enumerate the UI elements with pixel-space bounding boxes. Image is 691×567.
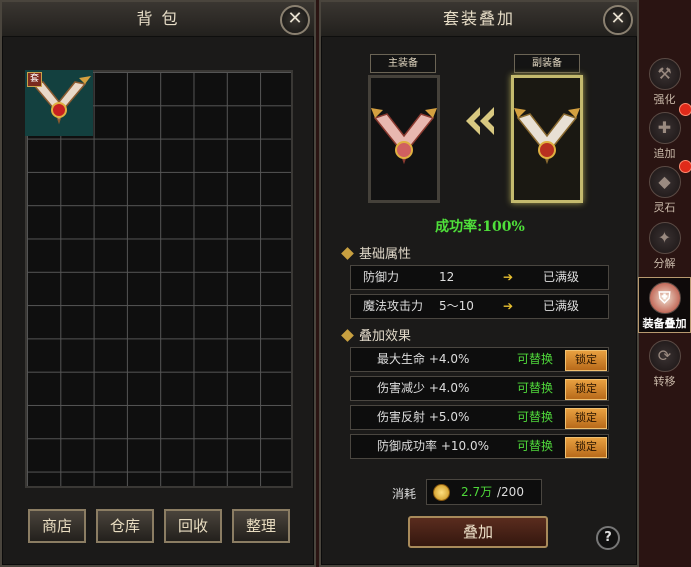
set-stack-close-button[interactable]: ✕ <box>603 5 633 35</box>
attr-value: 5～10 <box>439 299 474 313</box>
set-tag-badge: 套 <box>27 72 42 87</box>
sub-armor-icon <box>514 108 580 165</box>
attr-name: 魔法攻击力 <box>363 299 424 313</box>
tab-enhance[interactable]: ⚒ 强化 <box>638 54 691 110</box>
cost-have: 2.7万 <box>461 485 493 499</box>
main-equip-slot[interactable] <box>368 75 440 203</box>
main-equip-label: 主装备 <box>370 54 436 73</box>
lock-button[interactable]: 锁定 <box>565 379 607 400</box>
stack-effects-label: 叠加效果 <box>359 329 412 344</box>
set-stack-title: 套装叠加 <box>321 2 637 37</box>
notification-dot <box>679 103 691 116</box>
sort-button[interactable]: 整理 <box>232 509 290 543</box>
tab-append[interactable]: ✚ 追加 <box>638 108 691 164</box>
success-rate: 成功率:100% <box>435 219 525 235</box>
shop-button[interactable]: 商店 <box>28 509 86 543</box>
bag-close-button[interactable]: ✕ <box>280 5 310 35</box>
tab-transfer-label: 转移 <box>653 375 676 388</box>
replaceable-status: 可替换 <box>517 410 554 424</box>
basic-attributes-label: 基础属性 <box>359 247 412 262</box>
effect-name: 伤害反射 +5.0% <box>377 410 470 424</box>
effect-name: 伤害减少 +4.0% <box>377 381 470 395</box>
replaceable-status: 可替换 <box>517 439 554 453</box>
effect-name: 最大生命 +4.0% <box>377 352 470 366</box>
basic-attributes-header: 基础属性 <box>341 243 412 262</box>
transfer-icon: ⟳ <box>648 340 681 372</box>
effect-row: 防御成功率 +10.0% 可替换 锁定 <box>350 434 609 459</box>
attr-value: 12 <box>439 270 455 284</box>
diamond-icon <box>341 329 354 342</box>
decompose-icon: ✦ <box>648 222 681 254</box>
tab-decompose[interactable]: ✦ 分解 <box>638 218 691 274</box>
cost-box: 2.7万 /200 <box>426 479 542 505</box>
diamond-icon <box>341 247 354 260</box>
armor-icon: ⛨ <box>648 282 681 314</box>
help-icon[interactable]: ? <box>596 526 620 550</box>
warehouse-button[interactable]: 仓库 <box>96 509 154 543</box>
attr-name: 防御力 <box>363 270 400 284</box>
lock-button[interactable]: 锁定 <box>565 408 607 429</box>
lock-button[interactable]: 锁定 <box>565 350 607 371</box>
gem-icon: ◆ <box>648 166 681 198</box>
effect-name: 防御成功率 +10.0% <box>377 439 489 453</box>
cost-label: 消耗 <box>392 487 417 501</box>
replaceable-status: 可替换 <box>517 352 554 366</box>
effect-row: 最大生命 +4.0% 可替换 锁定 <box>350 347 609 372</box>
double-left-arrow-icon <box>466 107 494 135</box>
tab-append-label: 追加 <box>653 147 676 160</box>
sub-equip-label: 副装备 <box>514 54 580 73</box>
notification-dot <box>679 160 691 173</box>
basic-attr-row: 魔法攻击力 5～10 ➔ 已满级 <box>350 294 609 319</box>
basic-attr-row: 防御力 12 ➔ 已满级 <box>350 265 609 290</box>
tab-spirit-stone-label: 灵石 <box>653 201 676 214</box>
stack-effects-header: 叠加效果 <box>341 325 412 344</box>
tab-enhance-label: 强化 <box>653 93 676 106</box>
effect-row: 伤害反射 +5.0% 可替换 锁定 <box>350 405 609 430</box>
lock-button[interactable]: 锁定 <box>565 437 607 458</box>
tab-transfer[interactable]: ⟳ 转移 <box>638 336 691 392</box>
stack-button[interactable]: 叠加 <box>408 516 548 548</box>
main-armor-icon <box>371 108 437 165</box>
sub-equip-slot[interactable] <box>511 75 583 203</box>
replaceable-status: 可替换 <box>517 381 554 395</box>
effect-row: 伤害减少 +4.0% 可替换 锁定 <box>350 376 609 401</box>
tab-decompose-label: 分解 <box>653 257 676 270</box>
tab-equip-stack[interactable]: ⛨ 装备叠加 <box>638 277 691 333</box>
tab-equip-stack-label: 装备叠加 <box>642 317 687 330</box>
bag-title: 背 包 <box>2 2 314 37</box>
hammer-icon: ⚒ <box>648 58 681 90</box>
cost-need: /200 <box>497 485 524 499</box>
coin-icon <box>433 484 450 501</box>
right-arrow-icon: ➔ <box>503 299 514 313</box>
plus-rune-icon: ✚ <box>648 112 681 144</box>
recycle-button[interactable]: 回收 <box>164 509 222 543</box>
attr-status: 已满级 <box>543 299 580 313</box>
right-arrow-icon: ➔ <box>503 270 514 284</box>
attr-status: 已满级 <box>543 270 580 284</box>
